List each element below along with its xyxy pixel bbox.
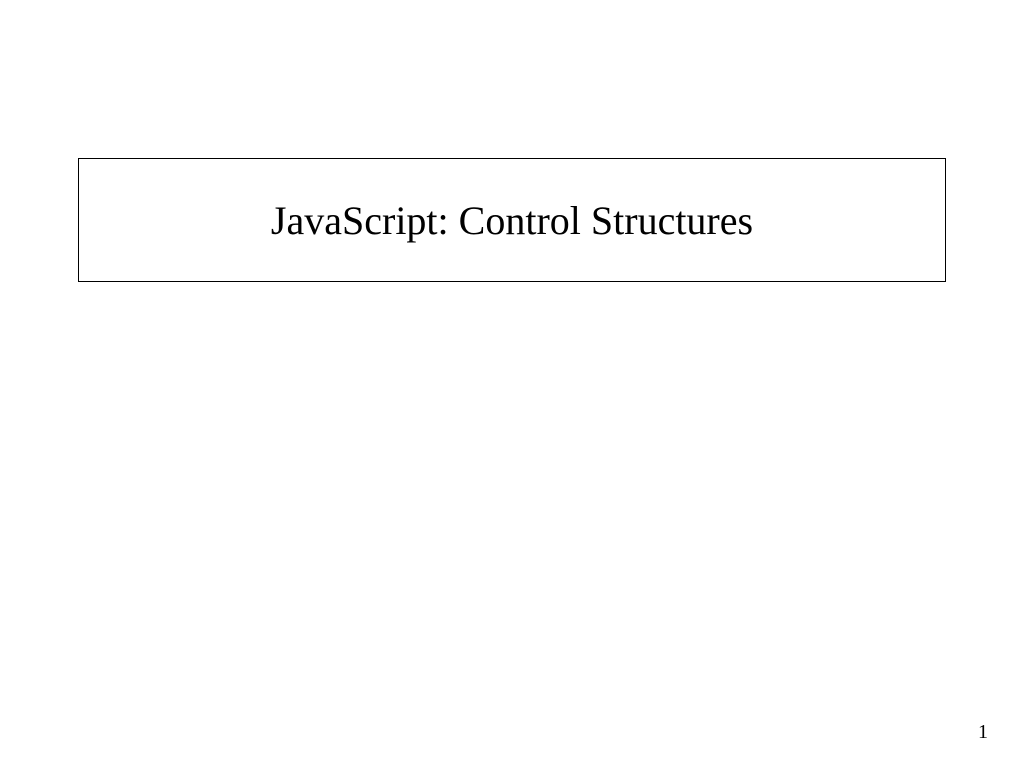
page-number: 1 [978,721,988,744]
title-box: JavaScript: Control Structures [78,158,946,282]
slide-title: JavaScript: Control Structures [271,197,753,244]
